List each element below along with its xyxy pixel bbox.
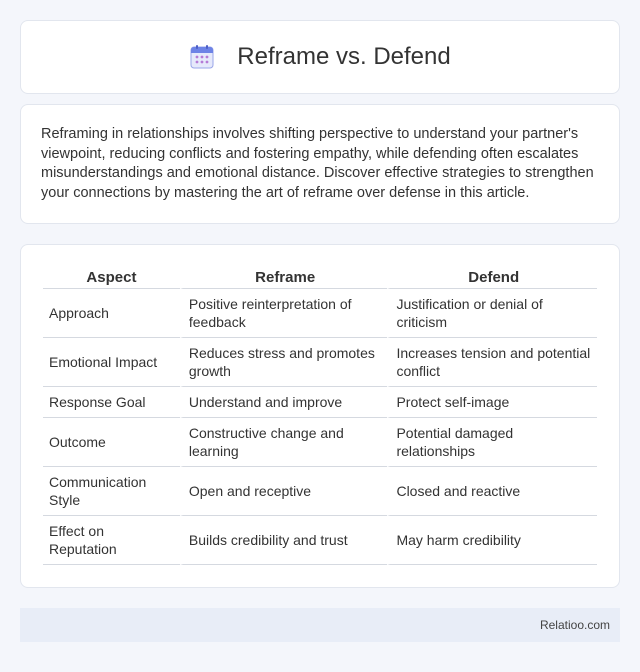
header-card: Reframe vs. Defend <box>20 20 620 94</box>
table-cell-defend: Protect self-image <box>387 387 597 418</box>
table-cell-defend: Justification or denial of criticism <box>387 289 597 338</box>
intro-paragraph: Reframing in relationships involves shif… <box>41 126 594 201</box>
table-cell-reframe: Reduces stress and promotes growth <box>179 338 388 387</box>
header: Reframe vs. Defend <box>189 43 451 71</box>
table-cell-reframe: Understand and improve <box>179 387 388 418</box>
page-title: Reframe vs. Defend <box>237 43 451 70</box>
table-cell-defend: Closed and reactive <box>387 467 597 516</box>
table-cell-reframe: Constructive change and learning <box>179 418 388 467</box>
footer: Relatioo.com <box>20 608 620 642</box>
column-header-defend: Defend <box>387 265 597 289</box>
table-row: Response Goal Understand and improve Pro… <box>43 387 597 418</box>
table-cell-aspect: Response Goal <box>43 387 180 418</box>
column-header-reframe: Reframe <box>179 265 388 289</box>
table-row: Emotional Impact Reduces stress and prom… <box>43 338 597 387</box>
table-row: Approach Positive reinterpretation of fe… <box>43 289 597 338</box>
table-cell-aspect: Outcome <box>43 418 180 467</box>
table-row: Effect on Reputation Builds credibility … <box>43 516 597 565</box>
table-cell-reframe: Positive reinterpretation of feedback <box>179 289 388 338</box>
table-cell-aspect: Approach <box>43 289 180 338</box>
calendar-icon <box>189 44 215 70</box>
table-row: Communication Style Open and receptive C… <box>43 467 597 516</box>
table-header-row: Aspect Reframe Defend <box>43 265 597 289</box>
table-cell-defend: Increases tension and potential conflict <box>387 338 597 387</box>
column-header-aspect: Aspect <box>43 265 180 289</box>
table-cell-aspect: Effect on Reputation <box>43 516 180 565</box>
table-cell-reframe: Builds credibility and trust <box>179 516 388 565</box>
table-cell-aspect: Communication Style <box>43 467 180 516</box>
table-cell-reframe: Open and receptive <box>179 467 388 516</box>
table-cell-aspect: Emotional Impact <box>43 338 180 387</box>
intro-card: Reframing in relationships involves shif… <box>20 104 620 224</box>
comparison-table: Aspect Reframe Defend Approach Positive … <box>43 265 597 565</box>
table-row: Outcome Constructive change and learning… <box>43 418 597 467</box>
table-cell-defend: May harm credibility <box>387 516 597 565</box>
table-cell-defend: Potential damaged relationships <box>387 418 597 467</box>
footer-site-link[interactable]: Relatioo.com <box>540 618 610 632</box>
comparison-table-card: Aspect Reframe Defend Approach Positive … <box>20 244 620 588</box>
